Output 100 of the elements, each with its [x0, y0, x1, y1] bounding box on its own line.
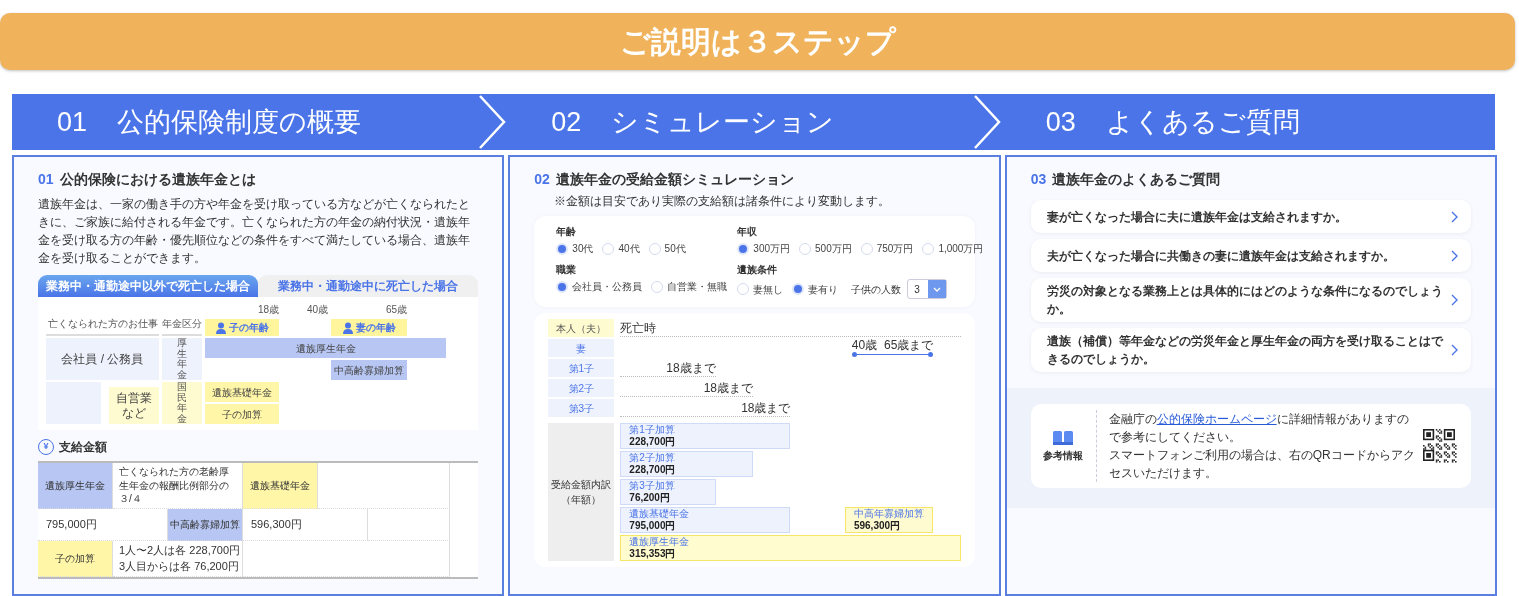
- person-label: 本人（夫）: [548, 319, 615, 337]
- step-number: 02: [551, 105, 582, 139]
- field-label: 子供の人数: [851, 282, 902, 297]
- chevron-separator: [972, 94, 1001, 150]
- amount-value: 596,300円: [853, 520, 902, 532]
- radio-option[interactable]: 40代: [602, 241, 640, 256]
- field-label: 年収: [737, 225, 759, 239]
- person-icon: [342, 321, 353, 334]
- amount-value: 228,700円: [629, 436, 677, 448]
- breakdown-label: 受給金額内訳（年額）: [550, 478, 613, 507]
- person-label: 第2子: [548, 379, 615, 397]
- age-tick: 40歳: [305, 303, 328, 317]
- step-title: 公的保険制度の概要: [117, 105, 362, 139]
- radio-option[interactable]: 50代: [648, 241, 686, 256]
- faq-item[interactable]: 妻が亡くなった場合に夫に遺族年金は支給されますか。: [1030, 200, 1471, 233]
- section-number: 02: [534, 170, 550, 189]
- amount-name: 遺族厚生年金: [629, 536, 691, 548]
- faq-item[interactable]: 労災の対象となる業務上とは具体的にはどのような条件になるのでしょうか。: [1030, 278, 1471, 322]
- radio-option[interactable]: 妻無し: [737, 281, 784, 297]
- children-count-select[interactable]: 3: [907, 279, 947, 299]
- reference-text: 金融庁の公的保険ホームページに詳細情報がありますので参考にしてください。: [1108, 411, 1410, 446]
- case-tab[interactable]: 業務中・通勤途中に死亡した場合: [258, 275, 479, 297]
- amount-note: 1人〜2人は各 228,700円: [119, 542, 241, 558]
- amount-label: 中高齢寡婦加算: [168, 508, 243, 541]
- homepage-link[interactable]: 公的保険ホームページ: [1156, 412, 1277, 426]
- chevron-icon: [1451, 344, 1459, 356]
- age-tick: 65歳: [384, 303, 407, 317]
- age-marker: 65歳まで: [884, 338, 934, 352]
- timeline-text: 18歳まで: [620, 380, 754, 397]
- amount-label: 子の加算: [38, 540, 113, 577]
- section-title: 遺族年金の受給金額シミュレーション: [555, 170, 794, 189]
- pension-category-label: 厚生年金: [177, 338, 187, 380]
- section-number: 03: [1030, 170, 1047, 189]
- radio-button[interactable]: [922, 242, 935, 255]
- benefit-bar: 遺族基礎年金: [205, 382, 279, 402]
- radio-option[interactable]: 会社員・公務員: [556, 279, 643, 294]
- reference-label: 参考情報: [1043, 448, 1084, 463]
- description-text: 遺族年金は、一家の働き手の方や年金を受け取っている方などが亡くなられたときに、ご家族に給付される年金です。亡くなられた方の年金の納付状況・遺族年金を受け取る方の年齢・優先順位などの条件をすべて満たしている場合、遺族年金を受け取ることができます。: [38, 196, 471, 267]
- section-title: 遺族年金のよくあるご質問: [1052, 170, 1221, 189]
- radio-option[interactable]: 30代: [556, 241, 594, 256]
- radio-button[interactable]: [648, 242, 661, 255]
- column-header: 亡くなられた方のお仕事: [46, 316, 159, 336]
- book-icon: [1053, 429, 1074, 445]
- person-label: 第1子: [548, 359, 615, 377]
- pension-category-label: 国民年金: [177, 382, 187, 424]
- occupation-label: 会社員 / 公務員: [61, 351, 144, 368]
- amount-label: 遺族基礎年金: [243, 463, 318, 509]
- timeline-text: 18歳まで: [620, 400, 791, 417]
- step-number: 01: [57, 105, 88, 139]
- radio-button[interactable]: [792, 283, 805, 295]
- radio-option[interactable]: 300万円: [737, 241, 790, 256]
- caret-icon: [927, 280, 946, 298]
- person-label: 第3子: [548, 399, 615, 417]
- amount-name: 中高年寡婦加算: [853, 508, 925, 520]
- amount-label: 遺族厚生年金: [38, 463, 113, 509]
- step-number: 03: [1045, 105, 1076, 139]
- amount-name: 第1子加算: [629, 424, 676, 436]
- age-tick: 18歳: [256, 303, 279, 317]
- chevron-icon: [1451, 249, 1459, 262]
- radio-button[interactable]: [860, 242, 873, 255]
- radio-option[interactable]: 1,000万円: [922, 241, 984, 256]
- radio-button[interactable]: [737, 283, 750, 295]
- faq-item[interactable]: 夫が亡くなった場合に共働きの妻に遺族年金は支給されますか。: [1030, 239, 1471, 272]
- radio-option[interactable]: 500万円: [799, 241, 852, 256]
- step-title: シミュレーション: [611, 105, 835, 139]
- radio-button[interactable]: [556, 242, 569, 255]
- amount-name: 第3子加算: [629, 480, 676, 492]
- radio-button[interactable]: [556, 280, 569, 293]
- radio-button[interactable]: [737, 242, 750, 255]
- radio-option[interactable]: 妻有り: [792, 281, 839, 297]
- faq-item[interactable]: 遺族（補償）等年金などの労災年金と厚生年金の両方を受け取ることはできるのでしょうか。: [1030, 328, 1471, 372]
- field-label: 年齢: [556, 225, 578, 239]
- chevron-icon: [1451, 294, 1459, 306]
- amount-value: 795,000円: [629, 520, 677, 532]
- step-title: よくあるご質問: [1105, 105, 1300, 139]
- amounts-title: 支給金額: [59, 439, 107, 456]
- amount-name: 遺族基礎年金: [629, 508, 691, 520]
- amount-value: 76,200円: [629, 492, 671, 504]
- radio-option[interactable]: 自営業・無職: [651, 279, 728, 294]
- radio-option[interactable]: 750万円: [860, 241, 914, 256]
- amount-note: 3人目からは各 76,200円: [119, 559, 239, 574]
- person-label: 妻: [548, 339, 615, 357]
- timeline-text: 18歳まで: [620, 360, 716, 377]
- occupation-label: 自営業など: [115, 391, 153, 420]
- age-label: 妻の年齢: [355, 321, 396, 335]
- benefit-bar: 遺族厚生年金: [205, 338, 446, 358]
- timeline-text: 死亡時: [620, 320, 961, 337]
- benefit-bar: 子の加算: [205, 404, 279, 424]
- radio-button[interactable]: [799, 242, 811, 255]
- amount-name: 第2子加算: [629, 452, 676, 464]
- column-header: 年金区分: [162, 316, 202, 336]
- amount-value: 315,353円: [629, 548, 677, 560]
- radio-button[interactable]: [651, 280, 664, 293]
- field-label: 職業: [556, 263, 578, 277]
- amount-value: 596,300円: [243, 508, 368, 541]
- qr-code-icon: [1423, 429, 1457, 463]
- radio-button[interactable]: [602, 242, 615, 255]
- person-icon: [215, 321, 226, 334]
- chevron-icon: [1451, 210, 1459, 223]
- disclaimer-note: ※金額は目安であり実際の支給額は諸条件により変動します。: [554, 193, 892, 210]
